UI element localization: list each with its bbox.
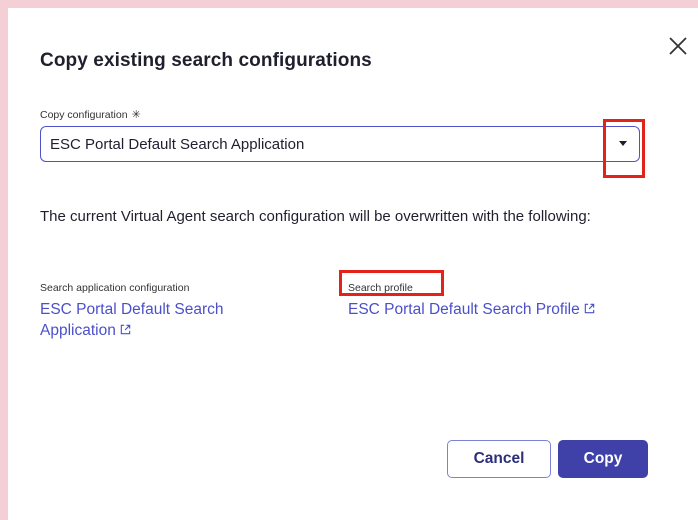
close-icon[interactable]	[664, 32, 692, 60]
copy-configuration-select[interactable]: ESC Portal Default Search Application	[40, 126, 640, 162]
external-link-icon	[120, 324, 131, 335]
cancel-button[interactable]: Cancel	[447, 440, 551, 478]
search-profile-link[interactable]: ESC Portal Default Search Profile	[348, 299, 668, 320]
external-link-icon	[584, 303, 594, 314]
required-icon: ✳	[131, 109, 141, 121]
dropdown-highlight-box	[603, 119, 645, 178]
copy-button[interactable]: Copy	[558, 440, 648, 478]
search-application-label: Search application configuration	[40, 282, 190, 294]
search-profile-highlight-box	[339, 270, 444, 296]
search-application-link[interactable]: ESC Portal Default Search Application	[40, 299, 300, 341]
copy-configuration-label-text: Copy configuration	[40, 109, 128, 121]
search-profile-link-text: ESC Portal Default Search Profile	[348, 301, 580, 318]
dialog-title: Copy existing search configurations	[40, 50, 372, 71]
copy-configuration-selected-value: ESC Portal Default Search Application	[50, 135, 305, 153]
copy-configuration-label: Copy configuration ✳	[40, 108, 141, 121]
overwrite-description: The current Virtual Agent search configu…	[40, 208, 591, 225]
